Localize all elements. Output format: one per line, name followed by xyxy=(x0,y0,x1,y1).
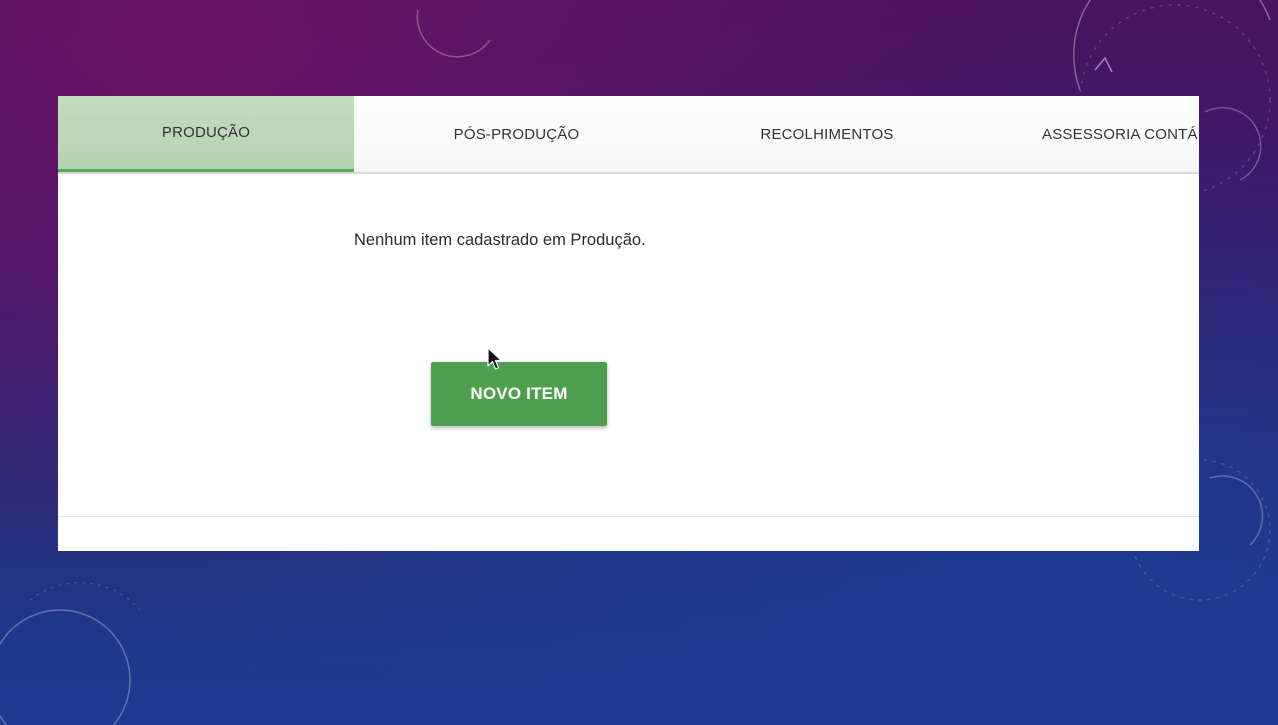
tab-producao[interactable]: PRODUÇÃO xyxy=(58,96,354,172)
tab-bar: PRODUÇÃO PÓS-PRODUÇÃO RECOLHIMENTOS ASSE… xyxy=(58,96,1199,174)
content-divider xyxy=(58,516,1199,517)
tab-pos-producao[interactable]: PÓS-PRODUÇÃO xyxy=(354,96,679,172)
mouse-pointer-icon xyxy=(487,347,503,370)
tab-assessoria-contabil[interactable]: ASSESSORIA CONTÁ xyxy=(975,96,1199,172)
empty-state-message: Nenhum item cadastrado em Produção. xyxy=(354,231,646,249)
tab-recolhimentos[interactable]: RECOLHIMENTOS xyxy=(679,96,975,172)
new-item-button[interactable]: NOVO ITEM xyxy=(431,362,607,426)
app-screen: PRODUÇÃO PÓS-PRODUÇÃO RECOLHIMENTOS ASSE… xyxy=(58,96,1199,551)
